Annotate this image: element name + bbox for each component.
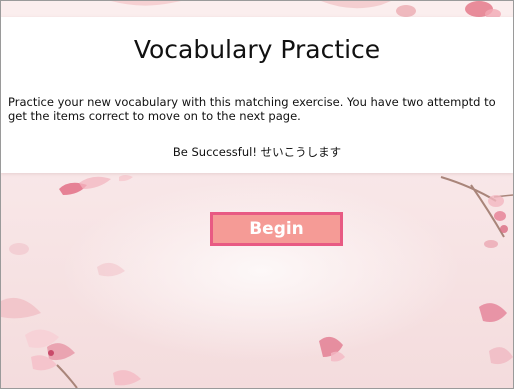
motto-text: Be Successful! せいこうします	[172, 145, 342, 159]
page-title: Vocabulary Practice	[133, 35, 381, 64]
instructions-text: Practice your new vocabulary with this m…	[8, 95, 496, 123]
intro-card: Vocabulary Practice Practice your new vo…	[1, 17, 513, 173]
slide-frame: Vocabulary Practice Practice your new vo…	[0, 0, 514, 389]
begin-button[interactable]: Begin	[210, 212, 343, 246]
